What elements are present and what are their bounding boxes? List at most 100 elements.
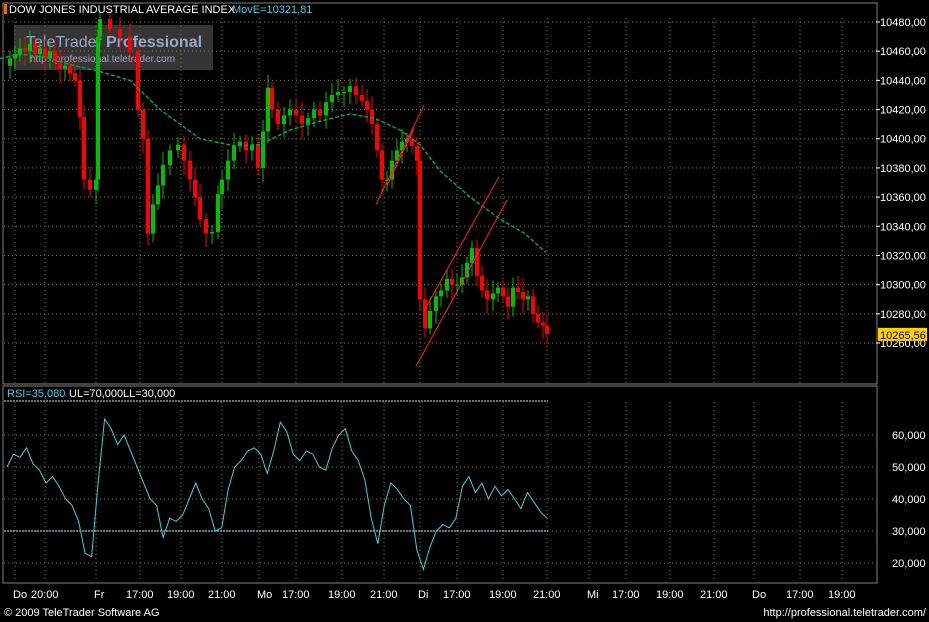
- x-tick-label: 17:00: [282, 589, 310, 601]
- candle-body: [460, 277, 464, 285]
- x-tick-label: 19:00: [828, 589, 856, 601]
- price-tick-label: 10360,00: [880, 192, 926, 204]
- candle-body: [491, 293, 495, 300]
- rsi-ll-label: LL=30,000: [123, 388, 175, 400]
- x-tick-label: 19:00: [328, 589, 356, 601]
- candle-body: [33, 43, 37, 55]
- candle-body: [300, 115, 304, 125]
- candle-body: [354, 86, 358, 95]
- candle-body: [480, 275, 484, 291]
- rsi-tick-label: 20,000: [892, 558, 926, 570]
- x-tick-label: 17:00: [126, 589, 154, 601]
- candle-body: [188, 160, 192, 180]
- price-tick-label: 10300,00: [880, 280, 926, 292]
- candle-body: [58, 62, 62, 69]
- candle-body: [38, 48, 42, 55]
- price-tick-label: 10400,00: [880, 134, 926, 146]
- candle-body: [28, 43, 32, 52]
- x-tick-label: Mi: [587, 589, 599, 601]
- candle-body: [256, 144, 260, 168]
- stock-chart: TeleTrader Professional http://professio…: [0, 2, 927, 619]
- candle-body: [82, 116, 86, 180]
- price-tick-label: 10420,00: [880, 105, 926, 117]
- candle-body: [270, 87, 274, 110]
- x-tick-label: 21:00: [370, 589, 398, 601]
- candle-body: [439, 290, 443, 297]
- candle-body: [428, 310, 432, 329]
- x-tick-label: Do: [13, 589, 27, 601]
- candle-body: [220, 179, 224, 195]
- candle-body: [204, 218, 208, 234]
- candle-body: [168, 150, 172, 165]
- rsi-tick-label: 60,000: [892, 430, 926, 442]
- price-tick-label: 10480,00: [880, 17, 926, 29]
- candle-body: [536, 313, 540, 323]
- price-tick-label: 10280,00: [880, 309, 926, 321]
- candle-body: [68, 65, 72, 74]
- x-tick-label: 21:00: [208, 589, 236, 601]
- x-tick-label: 17:00: [786, 589, 814, 601]
- candle-body: [94, 179, 98, 190]
- candle-body: [18, 48, 22, 55]
- candle-body: [521, 291, 525, 300]
- price-tick-label: 10380,00: [880, 163, 926, 175]
- x-tick-label: 20:00: [31, 589, 59, 601]
- y-axis-labels: 10480,00 10460,00 10440,00 10420,00 10400,00…: [876, 17, 926, 570]
- candle-body: [455, 284, 459, 286]
- candle-body: [73, 73, 77, 81]
- chart-title: DOW JONES INDUSTRIAL AVERAGE INDEX: [9, 4, 236, 16]
- candle-body: [151, 204, 155, 234]
- candle-body: [541, 322, 545, 326]
- footer-url: http://professional.teletrader.com/: [763, 607, 927, 619]
- candle-body: [506, 296, 510, 307]
- watermark: TeleTrader Professional http://professio…: [14, 25, 213, 70]
- candle-body: [294, 109, 298, 116]
- rsi-label: RSI=35,080: [7, 388, 65, 400]
- candle-body: [511, 287, 515, 307]
- candle-body: [501, 287, 505, 297]
- footer-copyright: © 2009 TeleTrader Software AG: [4, 607, 159, 619]
- candle-body: [128, 36, 132, 52]
- candle-body: [380, 150, 384, 180]
- last-price-value: 10265,56: [880, 330, 926, 342]
- candle-body: [198, 197, 202, 219]
- candle-body: [360, 94, 364, 101]
- price-tick-label: 10460,00: [880, 46, 926, 58]
- price-tick-label: 10340,00: [880, 221, 926, 233]
- rsi-panel-frame: [2, 385, 878, 584]
- candle-body: [485, 290, 489, 300]
- x-tick-label: 17:00: [443, 589, 471, 601]
- candle-body: [365, 100, 369, 110]
- candle-body: [516, 287, 520, 292]
- candle-body: [261, 131, 265, 168]
- candle-body: [176, 144, 180, 151]
- candle-body: [336, 92, 340, 95]
- candle-body: [23, 48, 27, 52]
- x-tick-label: 17:00: [612, 589, 640, 601]
- rsi-tick-label: 50,000: [892, 462, 926, 474]
- candle-body: [445, 278, 449, 291]
- candle-body: [161, 164, 165, 186]
- candle-body: [136, 51, 140, 110]
- candle-body: [232, 146, 236, 161]
- candle-body: [88, 179, 92, 190]
- candle-body: [288, 109, 292, 116]
- candle-body: [226, 160, 230, 180]
- x-tick-label: Di: [418, 589, 428, 601]
- candle-body: [210, 232, 214, 234]
- x-tick-label: Mo: [257, 589, 272, 601]
- price-tick-label: 10440,00: [880, 75, 926, 87]
- x-tick-label: Fr: [94, 589, 105, 601]
- candle-body: [531, 296, 535, 314]
- rsi-ul-label: UL=70,000: [69, 388, 123, 400]
- candle-body: [312, 109, 316, 119]
- candle-body: [78, 80, 82, 117]
- candle-body: [526, 296, 530, 300]
- candle-body: [63, 65, 67, 69]
- candle-body: [96, 36, 100, 180]
- candle-body: [146, 138, 150, 234]
- watermark-title-a: TeleTrader: [26, 34, 103, 51]
- x-tick-label: 19:00: [489, 589, 517, 601]
- candle-body: [276, 109, 280, 125]
- candle-body: [282, 115, 286, 125]
